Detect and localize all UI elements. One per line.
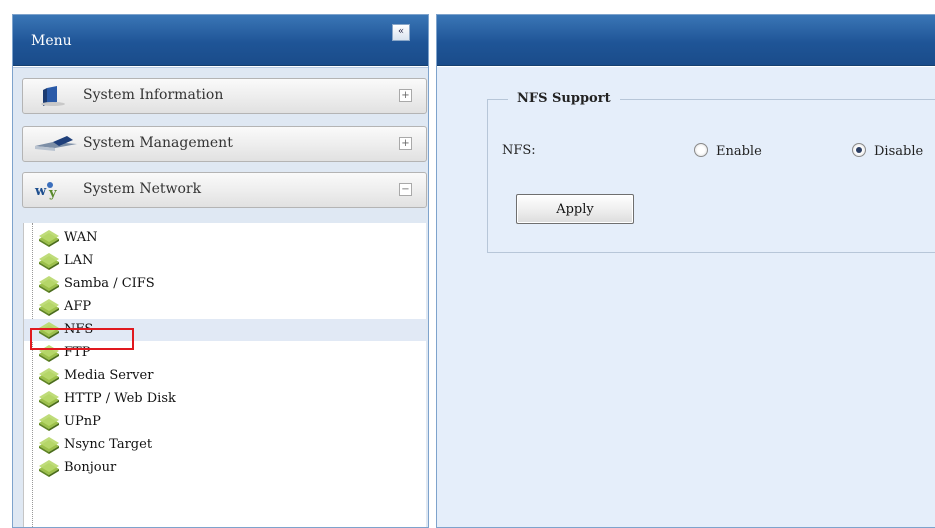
content-header bbox=[437, 15, 935, 66]
submenu-item-wan[interactable]: WAN bbox=[24, 227, 426, 249]
network-icon: w y bbox=[33, 180, 73, 204]
submenu-label: HTTP / Web Disk bbox=[64, 391, 176, 406]
submenu-label: LAN bbox=[64, 253, 94, 268]
submenu-item-nfs[interactable]: NFS bbox=[24, 319, 426, 341]
leaf-icon bbox=[36, 299, 62, 316]
submenu-item-afp[interactable]: AFP bbox=[24, 296, 426, 318]
info-book-icon bbox=[33, 86, 73, 110]
menu-body: System Information + System Management +… bbox=[13, 67, 428, 527]
leaf-icon bbox=[36, 345, 62, 362]
submenu-item-http-web-disk[interactable]: HTTP / Web Disk bbox=[24, 388, 426, 410]
svg-text:y: y bbox=[48, 186, 57, 200]
content-panel: NFS Support NFS: Enable Disable Apply bbox=[436, 14, 935, 528]
menu-title: Menu bbox=[31, 33, 72, 49]
section-system-management[interactable]: System Management + bbox=[22, 126, 427, 162]
submenu-label: Media Server bbox=[64, 368, 154, 383]
disable-radio[interactable] bbox=[852, 143, 866, 157]
submenu-label: Samba / CIFS bbox=[64, 276, 155, 291]
leaf-icon bbox=[36, 414, 62, 431]
nfs-disable-option[interactable]: Disable bbox=[852, 143, 923, 159]
submenu-label: WAN bbox=[64, 230, 98, 245]
enable-radio[interactable] bbox=[694, 143, 708, 157]
submenu-item-samba-cifs[interactable]: Samba / CIFS bbox=[24, 273, 426, 295]
submenu-item-bonjour[interactable]: Bonjour bbox=[24, 457, 426, 479]
submenu-label: Nsync Target bbox=[64, 437, 153, 452]
section-label: System Information bbox=[83, 87, 224, 103]
leaf-icon bbox=[36, 276, 62, 293]
network-submenu: WAN LAN Samba / CIFS AFP NFS FTP Media S… bbox=[23, 223, 426, 527]
leaf-icon bbox=[36, 230, 62, 247]
nfs-field-label: NFS: bbox=[502, 143, 536, 158]
collapse-menu-button[interactable]: « bbox=[392, 24, 410, 41]
submenu-label: UPnP bbox=[64, 414, 101, 429]
content-body: NFS Support NFS: Enable Disable Apply bbox=[437, 67, 935, 527]
nfs-enable-option[interactable]: Enable bbox=[694, 143, 762, 159]
leaf-icon bbox=[36, 437, 62, 454]
menu-panel: Menu « System Information + System Manag… bbox=[12, 14, 429, 528]
submenu-item-lan[interactable]: LAN bbox=[24, 250, 426, 272]
wrench-icon bbox=[33, 134, 77, 158]
leaf-icon bbox=[36, 368, 62, 385]
leaf-icon bbox=[36, 460, 62, 477]
submenu-item-nsync-target[interactable]: Nsync Target bbox=[24, 434, 426, 456]
submenu-label: Bonjour bbox=[64, 460, 117, 475]
disable-label: Disable bbox=[874, 144, 924, 159]
collapse-icon[interactable]: − bbox=[399, 183, 412, 196]
nfs-support-fieldset: NFS Support NFS: Enable Disable Apply bbox=[487, 91, 935, 253]
section-system-network[interactable]: w y System Network − bbox=[22, 172, 427, 208]
fieldset-title: NFS Support bbox=[508, 91, 620, 106]
apply-button[interactable]: Apply bbox=[516, 194, 634, 224]
submenu-item-upnp[interactable]: UPnP bbox=[24, 411, 426, 433]
submenu-label: FTP bbox=[64, 345, 91, 360]
leaf-icon bbox=[36, 253, 62, 270]
submenu-label: AFP bbox=[64, 299, 92, 314]
submenu-item-media-server[interactable]: Media Server bbox=[24, 365, 426, 387]
expand-icon[interactable]: + bbox=[399, 89, 412, 102]
svg-text:w: w bbox=[34, 184, 47, 199]
section-label: System Network bbox=[83, 181, 202, 197]
section-label: System Management bbox=[83, 135, 233, 151]
leaf-icon bbox=[36, 322, 62, 339]
menu-header: Menu « bbox=[13, 15, 428, 66]
leaf-icon bbox=[36, 391, 62, 408]
submenu-item-ftp[interactable]: FTP bbox=[24, 342, 426, 364]
section-system-information[interactable]: System Information + bbox=[22, 78, 427, 114]
expand-icon[interactable]: + bbox=[399, 137, 412, 150]
enable-label: Enable bbox=[716, 144, 762, 159]
submenu-label: NFS bbox=[64, 322, 94, 337]
